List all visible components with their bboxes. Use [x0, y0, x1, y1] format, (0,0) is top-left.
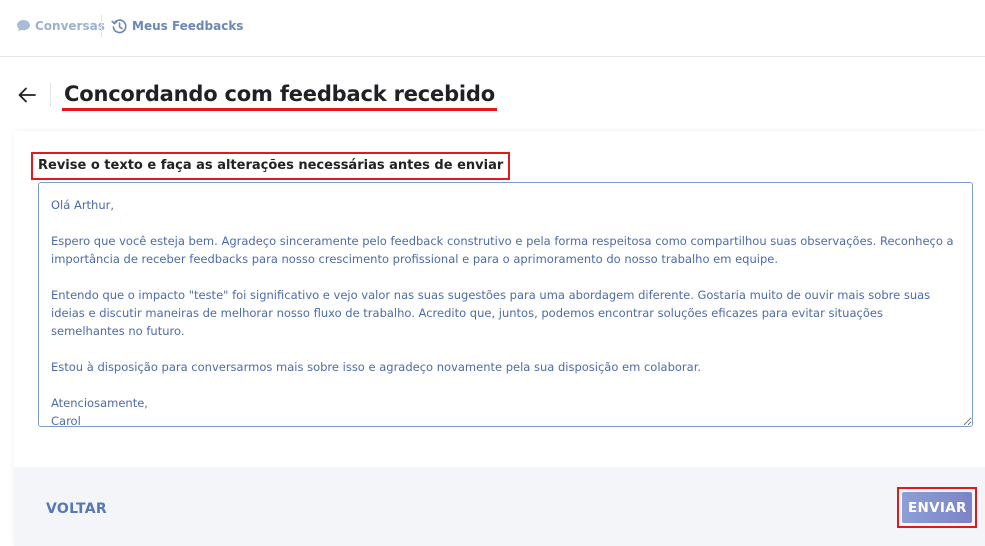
- enviar-button-highlight: ENVIAR: [897, 487, 977, 528]
- nav-meus-feedbacks-label: Meus Feedbacks: [132, 19, 244, 33]
- instruction-text: Revise o texto e faça as alterações nece…: [31, 152, 511, 180]
- voltar-button[interactable]: VOLTAR: [38, 495, 115, 523]
- nav-divider: [101, 15, 102, 37]
- top-navigation: Conversas Meus Feedbacks: [0, 0, 985, 57]
- nav-meus-feedbacks[interactable]: Meus Feedbacks: [111, 17, 243, 35]
- card-footer: [14, 467, 985, 546]
- nav-conversas-label: Conversas: [35, 19, 105, 33]
- header-divider: [50, 83, 51, 107]
- message-textarea[interactable]: Olá Arthur, Espero que você esteja bem. …: [38, 182, 973, 427]
- page-title: Concordando com feedback recebido: [62, 80, 497, 111]
- back-arrow-icon[interactable]: [16, 84, 38, 106]
- history-clock-icon: [111, 18, 128, 35]
- chat-bubble-icon: [16, 19, 31, 33]
- enviar-button[interactable]: ENVIAR: [902, 492, 972, 523]
- nav-conversas[interactable]: Conversas: [16, 17, 105, 35]
